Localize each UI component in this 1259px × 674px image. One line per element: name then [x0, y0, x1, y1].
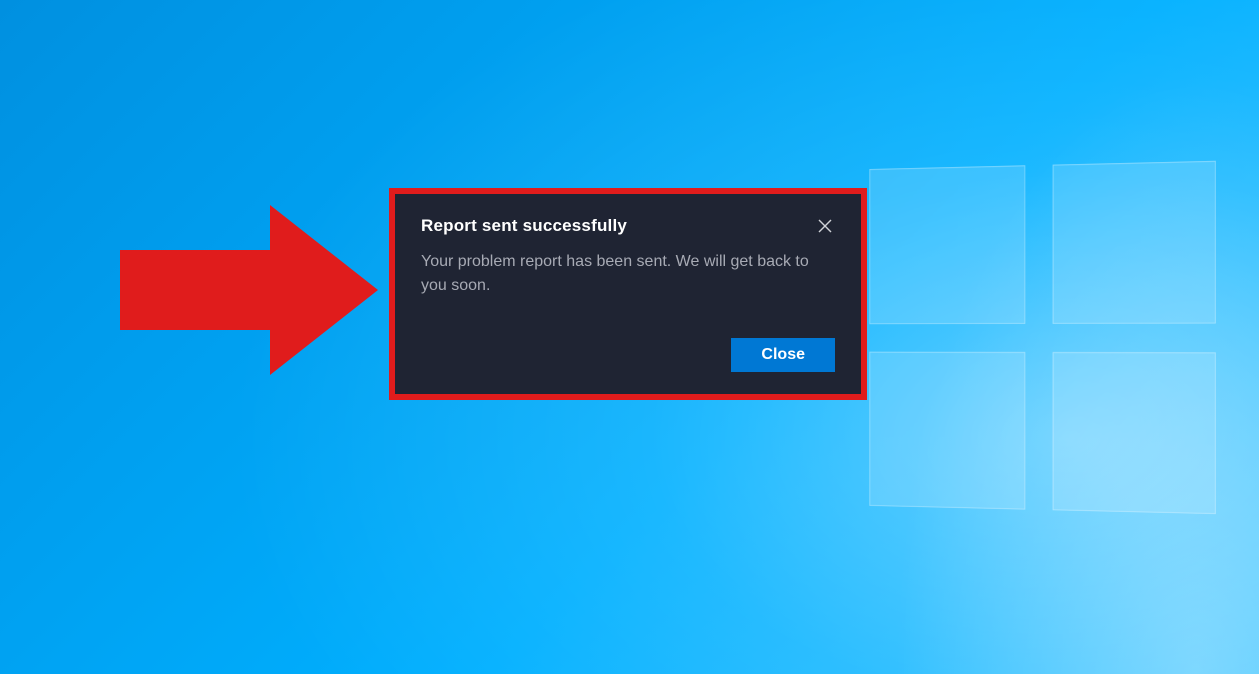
dialog-header: Report sent successfully	[421, 216, 835, 236]
dialog-title: Report sent successfully	[421, 216, 627, 236]
dialog-footer: Close	[421, 338, 835, 372]
annotation-arrow-icon	[120, 205, 380, 380]
close-icon[interactable]	[815, 216, 835, 236]
windows-logo-pane	[869, 165, 1025, 324]
windows-logo	[869, 161, 1216, 514]
report-sent-dialog: Report sent successfully Your problem re…	[389, 188, 867, 400]
windows-logo-pane	[1052, 161, 1216, 324]
windows-logo-pane	[1052, 352, 1216, 515]
dialog-body-text: Your problem report has been sent. We wi…	[421, 250, 821, 298]
close-button[interactable]: Close	[731, 338, 835, 372]
windows-logo-pane	[869, 351, 1025, 510]
